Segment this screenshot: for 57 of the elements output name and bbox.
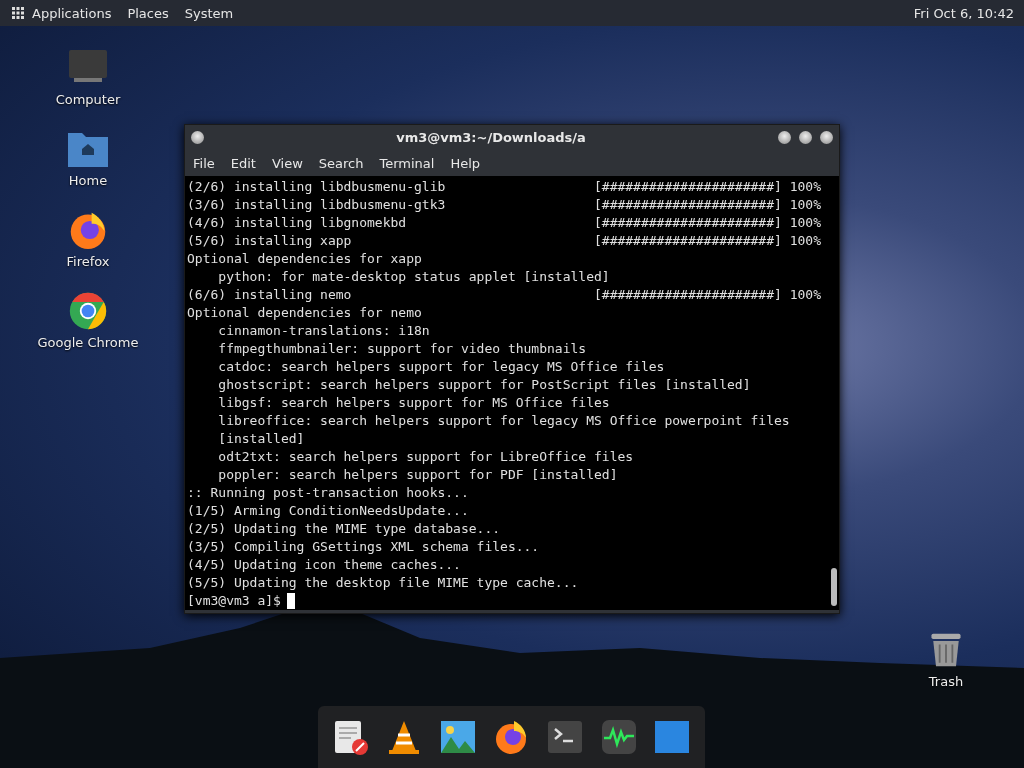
terminal-line: odt2txt: search helpers support for LibreOffice files bbox=[217, 448, 634, 466]
terminal-line: libgsf: search helpers support for MS Office files bbox=[217, 394, 610, 412]
maximize-button[interactable] bbox=[799, 131, 812, 145]
panel-menu[interactable]: Applications bbox=[32, 5, 112, 21]
panel-menu[interactable]: Places bbox=[127, 5, 169, 21]
picture-icon[interactable] bbox=[439, 719, 476, 755]
terminal-line: (3/5) Compiling GSettings XML schema files... bbox=[187, 538, 541, 556]
desktop-icon-label[interactable]: Trash bbox=[928, 674, 964, 689]
progress-text: [######################] 100% bbox=[594, 196, 821, 214]
window-menu-button[interactable] bbox=[191, 131, 204, 145]
terminal-line: (6/6) installing nemo bbox=[187, 286, 353, 304]
desktop-icon-label[interactable]: Home bbox=[68, 173, 108, 188]
terminal-line: Optional dependencies for xapp bbox=[187, 250, 423, 268]
app-grid-icon[interactable] bbox=[12, 7, 24, 19]
text-editor-icon[interactable] bbox=[332, 719, 369, 755]
terminal-line: ghostscript: search helpers support for PostScript files [installed] bbox=[217, 376, 751, 394]
scrollbar-thumb[interactable] bbox=[831, 568, 837, 606]
progress-text: [######################] 100% bbox=[594, 232, 821, 250]
panel-menu[interactable]: System bbox=[184, 5, 234, 21]
terminal-line: (4/6) installing libgnomekbd bbox=[187, 214, 408, 232]
progress-text: [######################] 100% bbox=[594, 214, 821, 232]
menu-item[interactable]: View bbox=[271, 155, 303, 171]
menu-item[interactable]: File bbox=[193, 155, 215, 171]
terminal-line: (2/6) installing libdbusmenu-glib bbox=[187, 178, 447, 196]
menu-item[interactable]: Search bbox=[318, 155, 364, 171]
shell-prompt: [vm3@vm3 a]$ bbox=[187, 592, 281, 610]
terminal-line: :: Running post-transaction hooks... bbox=[187, 484, 470, 502]
app-tile-icon[interactable] bbox=[654, 719, 691, 755]
window-title: vm3@vm3:~/Downloads/a bbox=[395, 130, 587, 146]
menu-item[interactable]: Edit bbox=[230, 155, 256, 171]
terminal-line: (3/6) installing libdbusmenu-gtk3 bbox=[187, 196, 447, 214]
terminal-line: (2/5) Updating the MIME type database... bbox=[187, 520, 502, 538]
terminal-line: poppler: search helpers support for PDF [installed] bbox=[217, 466, 618, 484]
close-button[interactable] bbox=[820, 131, 833, 145]
text-cursor bbox=[286, 593, 295, 609]
terminal-line: libreoffice: search helpers support for legacy MS Office powerpoint files bbox=[217, 412, 790, 430]
menu-item[interactable]: Terminal bbox=[379, 155, 435, 171]
terminal-line: Optional dependencies for nemo bbox=[187, 304, 423, 322]
terminal-line: [installed] bbox=[217, 430, 306, 448]
pulse-monitor-icon[interactable] bbox=[600, 719, 637, 755]
terminal-line: (5/5) Updating the desktop file MIME type cache... bbox=[187, 574, 580, 592]
menu-item[interactable]: Help bbox=[450, 155, 481, 171]
terminal-line: (1/5) Arming ConditionNeedsUpdate... bbox=[187, 502, 470, 520]
minimize-button[interactable] bbox=[778, 131, 791, 145]
terminal-line: catdoc: search helpers support for legacy MS Office files bbox=[217, 358, 665, 376]
terminal-line: (5/6) installing xapp bbox=[187, 232, 353, 250]
progress-text: [######################] 100% bbox=[594, 178, 821, 196]
clock[interactable]: Fri Oct 6, 10:42 bbox=[913, 5, 1014, 21]
terminal-line: python: for mate-desktop status applet [installed] bbox=[217, 268, 610, 286]
terminal-line: cinnamon-translations: i18n bbox=[217, 322, 431, 340]
terminal-line: ffmpegthumbnailer: support for video thumbnails bbox=[217, 340, 588, 358]
terminal-line: (4/5) Updating icon theme caches... bbox=[187, 556, 462, 574]
progress-text: [######################] 100% bbox=[594, 286, 821, 304]
terminal-icon[interactable] bbox=[547, 719, 584, 755]
desktop-icon-label[interactable]: Google Chrome bbox=[37, 335, 139, 350]
desktop-icon-label[interactable]: Firefox bbox=[66, 254, 110, 269]
desktop-icon-label[interactable]: Computer bbox=[55, 92, 121, 107]
